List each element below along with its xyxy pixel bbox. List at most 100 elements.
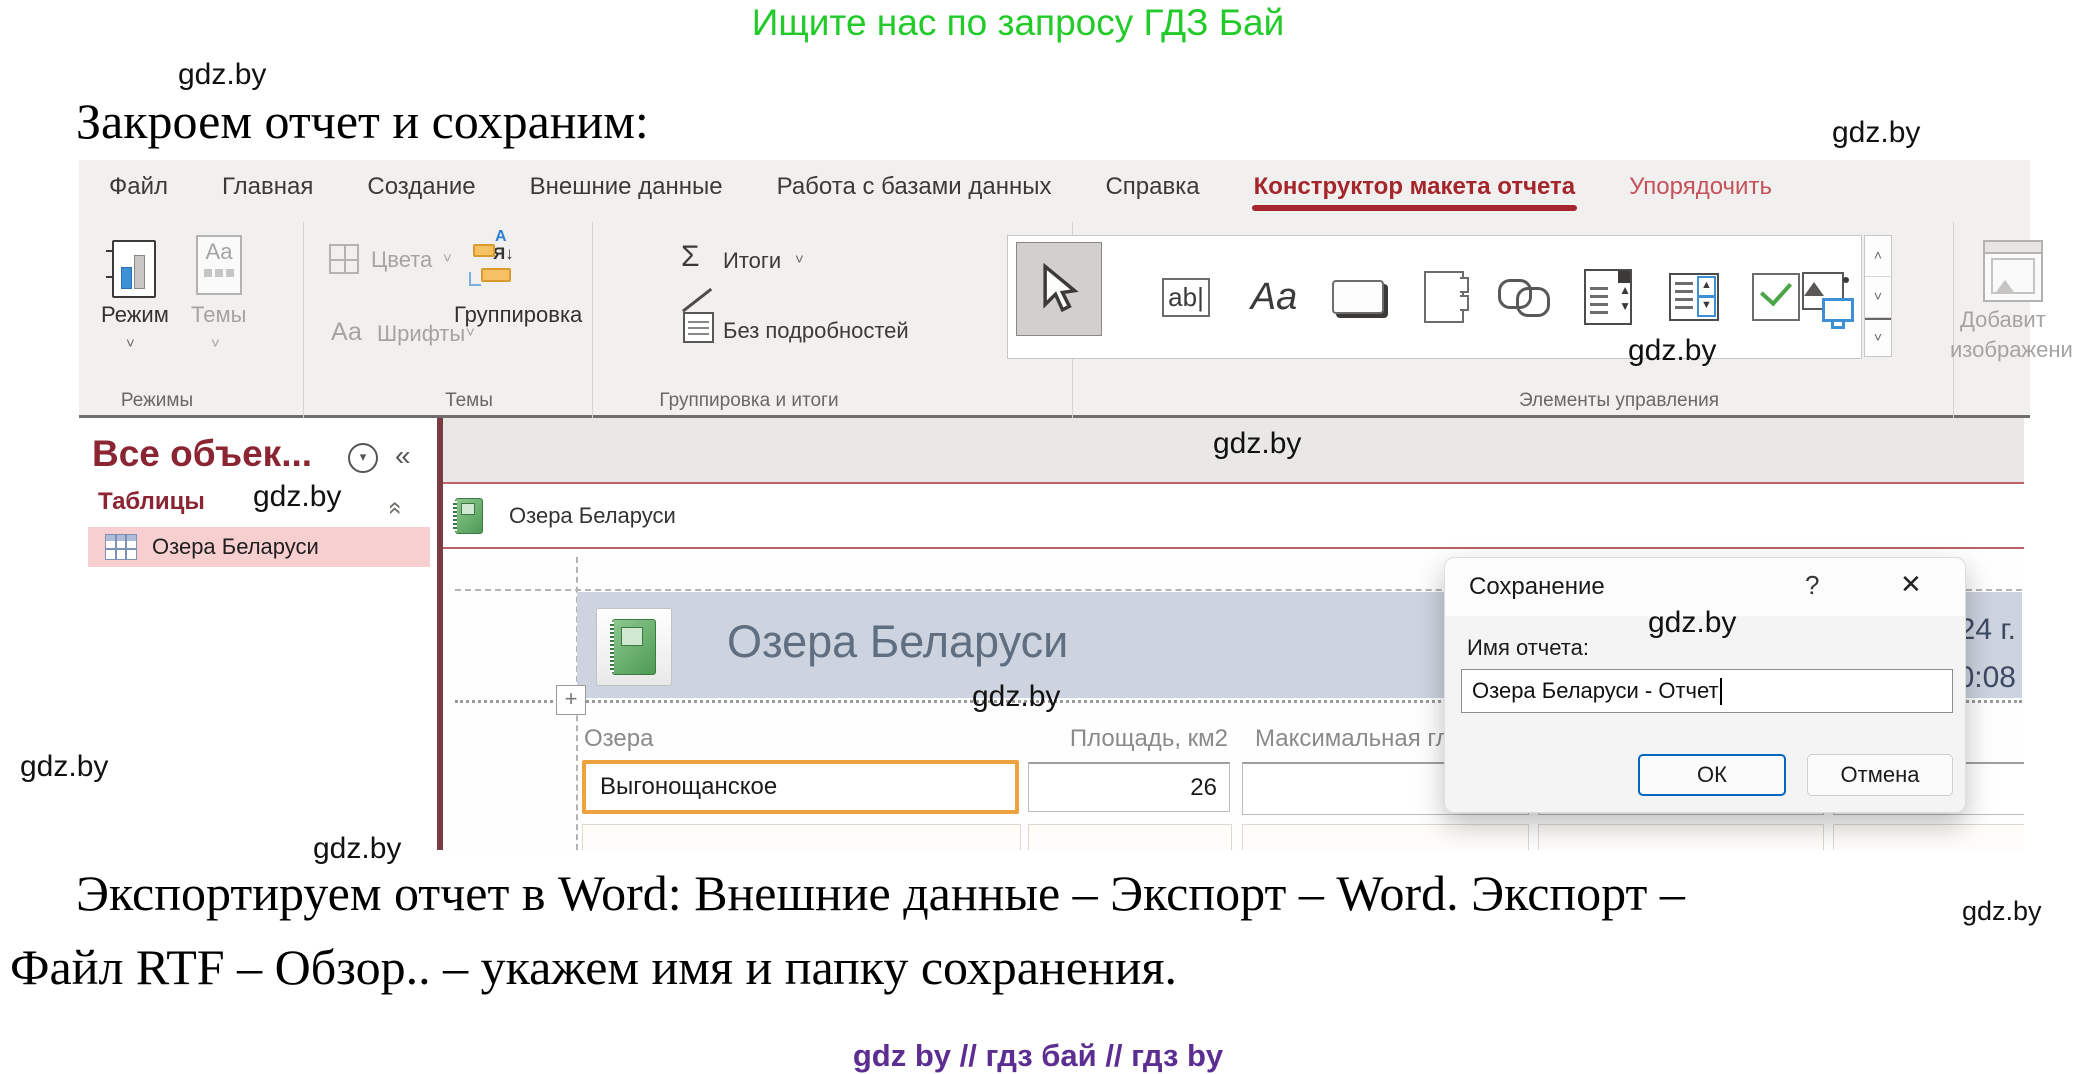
chevron-down-icon[interactable]: ˅ [126, 335, 135, 352]
hide-details-button[interactable]: Без подробностей [723, 318, 909, 344]
watermark: gdz.by [313, 832, 401, 866]
fonts-aa-icon: Аа [331, 318, 362, 347]
cell-area[interactable]: 26 [1028, 762, 1230, 812]
page-title: Закроем отчет и сохраним: [76, 92, 649, 150]
report-logo-button[interactable] [596, 608, 672, 686]
report-row-partial[interactable] [1242, 824, 1529, 850]
tab-home[interactable]: Главная [222, 173, 313, 201]
nav-section-tables[interactable]: Таблицы [98, 488, 205, 516]
view-mode-icon[interactable] [112, 240, 156, 298]
section-collapse-icon[interactable]: « [382, 501, 410, 514]
tab-external-data[interactable]: Внешние данные [530, 173, 723, 201]
watermark: gdz.by [1832, 116, 1920, 150]
cancel-button[interactable]: Отмена [1807, 754, 1953, 796]
tab-create[interactable]: Создание [367, 173, 475, 201]
label-control[interactable]: Aa [1246, 264, 1302, 330]
label-icon: Aa [1251, 276, 1297, 319]
save-dialog: Сохранение ? ✕ Имя отчета: Озера Беларус… [1444, 557, 1966, 813]
colors-button[interactable]: Цвета [371, 247, 432, 273]
nav-item-label: Озера Беларуси [152, 534, 319, 560]
notebook-icon [612, 619, 656, 675]
tab-file[interactable]: Файл [109, 173, 168, 201]
button-control[interactable] [1330, 264, 1386, 330]
column-header-lake[interactable]: Озера [584, 725, 653, 753]
tab-help[interactable]: Справка [1105, 173, 1199, 201]
themes-button[interactable]: Темы [191, 302, 246, 328]
shutter-collapse-icon[interactable]: « [395, 440, 411, 472]
checkbox-control[interactable] [1748, 264, 1804, 330]
report-row-partial[interactable] [582, 824, 1021, 850]
fonts-button[interactable]: Шрифты [377, 321, 465, 347]
hyperlink-icon [1498, 279, 1550, 315]
gallery-scroll-down[interactable]: ˅ [1865, 277, 1891, 318]
column-header-area[interactable]: Площадь, км2 [1048, 725, 1228, 753]
button-icon [1332, 280, 1384, 314]
gallery-expand[interactable]: ˅ [1865, 318, 1891, 358]
tab-report-layout-design-active[interactable]: Конструктор макета отчета [1254, 173, 1576, 201]
promo-banner: Ищите нас по запросу ГДЗ Бай [0, 2, 2036, 44]
report-row-partial[interactable] [1538, 824, 1824, 850]
watermark: gdz.by [972, 680, 1060, 714]
grouping-button[interactable]: Группировка [454, 302, 582, 328]
nav-item-table-lakes[interactable]: Озера Беларуси [88, 527, 430, 567]
tab-control[interactable] [1416, 264, 1472, 330]
listbox-control[interactable]: ▲▼ [1666, 264, 1722, 330]
grouping-icon[interactable]: А Я↓ [469, 232, 527, 292]
sort-z-glyph: Я↓ [493, 244, 514, 264]
image-control[interactable] [1800, 264, 1856, 330]
chevron-down-icon: ˅ [211, 335, 220, 352]
select-cursor-icon [1038, 263, 1080, 315]
tab-arrange[interactable]: Упорядочить [1629, 173, 1772, 201]
document-tab-bar: Озера Беларуси [443, 484, 2024, 547]
add-image-button-line1[interactable]: Добавит [1960, 307, 2046, 333]
views-group-label: Режимы [97, 390, 217, 412]
column-header-depth[interactable]: Максимальная глуб [1255, 725, 1476, 753]
tab-control-icon [1424, 271, 1464, 323]
view-button[interactable]: Режим [101, 302, 169, 328]
report-title[interactable]: Озера Беларуси [727, 616, 1068, 668]
add-image-icon [1983, 240, 2043, 302]
close-icon[interactable]: ✕ [1900, 569, 1922, 600]
document-tab-label: Озера Беларуси [509, 503, 676, 529]
chevron-down-icon[interactable]: ˅ [795, 251, 804, 268]
text-caret [1720, 678, 1722, 705]
document-tab[interactable]: Озера Беларуси [455, 498, 676, 534]
nav-menu-icon[interactable]: ▾ [348, 443, 378, 473]
controls-gallery: ab| Aa [1007, 235, 1862, 359]
gallery-scroll-up[interactable]: ˄ [1865, 236, 1891, 277]
nav-pane-title: Все объек... [92, 433, 312, 475]
move-handle-icon[interactable]: + [556, 685, 586, 715]
textbox-control[interactable]: ab| [1158, 264, 1214, 330]
sigma-icon: Σ [681, 240, 700, 274]
report-row-partial[interactable] [1028, 824, 1232, 850]
ok-button[interactable]: ОК [1638, 754, 1786, 796]
controls-group-label: Элементы управления [1369, 390, 1869, 412]
chevron-down-icon: ˅ [443, 250, 452, 267]
combobox-icon: ▲▼ [1584, 269, 1632, 325]
report-row-partial[interactable] [1833, 824, 2024, 850]
select-tool-selected[interactable] [1016, 242, 1102, 336]
report-name-label: Имя отчета: [1467, 635, 1589, 661]
dialog-title: Сохранение [1469, 573, 1605, 601]
textbox-icon: ab| [1162, 278, 1210, 317]
watermark: gdz.by [1628, 334, 1716, 368]
watermark: gdz.by [20, 750, 108, 784]
ribbon: Файл Главная Создание Внешние данные Раб… [79, 160, 2030, 418]
totals-button[interactable]: Итоги [723, 248, 781, 274]
add-image-button-line2[interactable]: изображени [1950, 337, 2073, 363]
watermark: gdz.by [1648, 606, 1736, 640]
checkbox-icon [1752, 273, 1800, 321]
themes-group-label: Темы [409, 390, 529, 412]
help-icon[interactable]: ? [1805, 570, 1819, 601]
watermark: gdz.by [253, 480, 341, 514]
hyperlink-control[interactable] [1496, 264, 1552, 330]
combobox-control[interactable]: ▲▼ [1580, 264, 1636, 330]
screenshot-stage: Ищите нас по запросу ГДЗ Бай gdz.by Закр… [0, 0, 2076, 1074]
cell-lake-selected[interactable]: Выгонощанское [582, 760, 1019, 814]
tab-database-tools[interactable]: Работа с базами данных [777, 173, 1052, 201]
themes-aa-glyph: Aa [198, 237, 240, 267]
ribbon-tab-bar: Файл Главная Создание Внешние данные Раб… [79, 160, 2030, 213]
listbox-icon: ▲▼ [1669, 273, 1719, 321]
report-name-input[interactable]: Озера Беларуси - Отчет [1461, 669, 1953, 713]
image-control-icon [1802, 272, 1854, 322]
